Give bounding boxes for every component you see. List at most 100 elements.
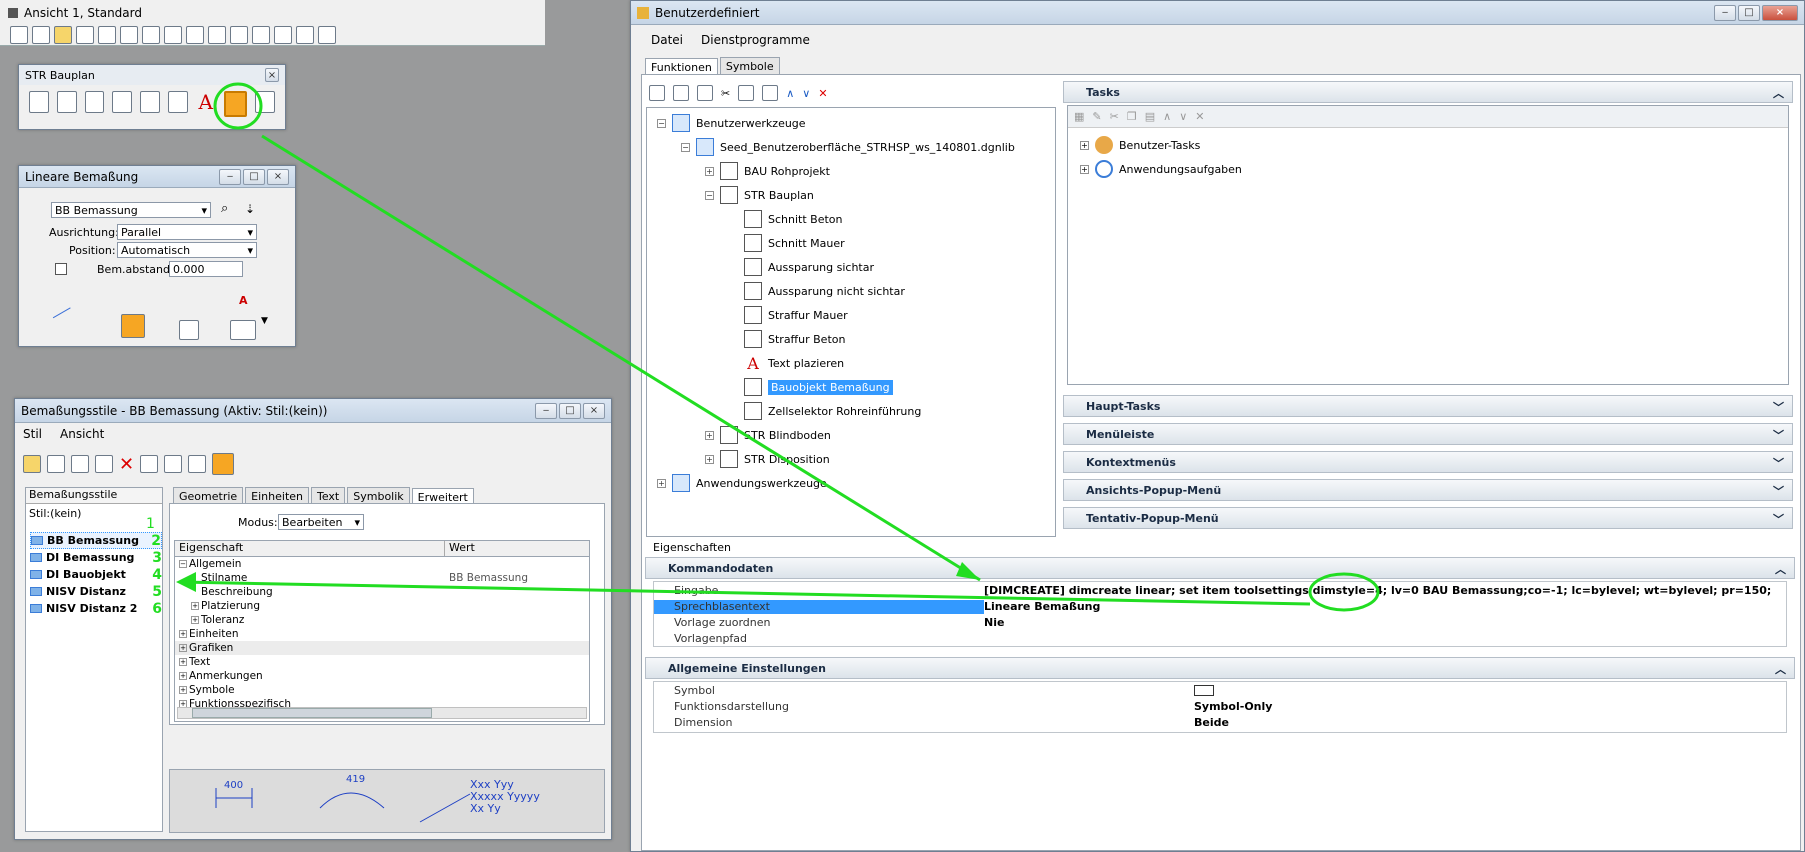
dimstyle-select[interactable]: BB Bemassung ▾ — [51, 202, 211, 218]
tree-node[interactable]: Zellselektor Rohreinführung — [729, 402, 921, 420]
property-row[interactable]: Dimension Beide — [654, 716, 1786, 730]
tree-node[interactable]: Straffur Beton — [729, 330, 845, 348]
abstand-checkbox[interactable] — [55, 263, 67, 275]
style-list-item[interactable]: NISV Distanz 26 — [30, 600, 162, 617]
export-icon[interactable] — [164, 455, 183, 473]
property-row[interactable]: Sprechblasentext Lineare Bemaßung — [654, 600, 1786, 614]
view-tool-icon[interactable] — [164, 26, 182, 44]
line-tool-icon[interactable] — [47, 297, 71, 319]
tasks-header[interactable]: Tasks ︿ — [1063, 81, 1793, 103]
property-row[interactable]: + Grafiken — [175, 641, 589, 655]
view-tool-icon[interactable] — [252, 26, 270, 44]
property-row[interactable]: Beschreibung — [175, 585, 589, 599]
view-tool-icon[interactable] — [208, 26, 226, 44]
maximize-button[interactable]: □ — [559, 402, 581, 419]
position-select[interactable]: Automatisch ▾ — [117, 242, 257, 258]
view-tool-icon[interactable] — [32, 26, 50, 44]
list-view-icon[interactable] — [23, 455, 41, 473]
close-button[interactable]: × — [1762, 4, 1798, 21]
minimize-button[interactable]: ‒ — [1714, 4, 1736, 21]
tree-node[interactable]: − Seed_Benutzeroberfläche_STRHSP_ws_14080… — [681, 138, 1015, 156]
new-icon[interactable]: ▦ — [1074, 110, 1084, 123]
view-tool-icon[interactable] — [54, 26, 72, 44]
property-row[interactable]: Eingabe [DIMCREATE] dimcreate linear; set… — [654, 584, 1786, 598]
modus-select[interactable]: Bearbeiten ▾ — [278, 514, 364, 530]
view-tool-icon[interactable] — [186, 26, 204, 44]
tree-node[interactable]: Aussparung nicht sichtar — [729, 282, 905, 300]
menu-ansicht[interactable]: Ansicht — [60, 427, 104, 441]
tree-node[interactable]: + BAU Rohprojekt — [705, 162, 830, 180]
copy-icon[interactable] — [95, 455, 113, 473]
property-row[interactable]: Vorlagenpfad — [654, 632, 1786, 646]
copy-icon[interactable] — [738, 85, 755, 101]
expand-arrow-icon[interactable]: ▼ — [261, 316, 268, 326]
maximize-button[interactable]: □ — [243, 168, 265, 185]
cut-icon[interactable]: ✂ — [721, 87, 730, 100]
property-row[interactable]: Vorlage zuordnen Nie — [654, 616, 1786, 630]
minimize-button[interactable]: ‒ — [219, 168, 241, 185]
view-tool-icon[interactable] — [296, 26, 314, 44]
tree-node[interactable]: − STR Bauplan — [705, 186, 814, 204]
view-tool-icon[interactable] — [142, 26, 160, 44]
section-header[interactable]: Menüleiste ﹀ — [1063, 423, 1793, 445]
new-style-icon[interactable] — [47, 455, 65, 473]
tree-node[interactable]: Bauobjekt Bemaßung — [729, 378, 893, 396]
close-button[interactable]: × — [583, 402, 605, 419]
move-down-icon[interactable]: ∨ — [1179, 110, 1187, 123]
view-tool-icon[interactable] — [120, 26, 138, 44]
section-header[interactable]: Tentativ-Popup-Menü ﹀ — [1063, 507, 1793, 529]
property-row[interactable]: + Toleranz — [175, 613, 589, 627]
import-icon[interactable] — [140, 455, 159, 473]
cut-icon[interactable]: ✂ — [1110, 110, 1119, 123]
close-button[interactable]: × — [267, 168, 289, 185]
aussparung-sichtbar-icon[interactable] — [84, 91, 105, 113]
dim-linear-active-icon[interactable] — [121, 314, 145, 338]
view-tool-icon[interactable] — [274, 26, 292, 44]
schnitt-beton-icon[interactable] — [29, 91, 49, 113]
property-row[interactable]: + Platzierung — [175, 599, 589, 613]
straffur-mauer-icon[interactable] — [140, 91, 161, 113]
delete-icon[interactable]: ✕ — [119, 454, 134, 475]
copy-icon[interactable]: ❐ — [1127, 110, 1137, 123]
properties-icon[interactable] — [673, 85, 689, 101]
bauobjekt-bemassung-icon[interactable] — [223, 91, 248, 117]
tree-node[interactable]: − Benutzerwerkzeuge — [657, 114, 806, 132]
property-row[interactable]: − Allgemein — [175, 557, 589, 571]
text-style-icon[interactable]: A — [239, 294, 248, 307]
tab-symbole[interactable]: Symbole — [719, 57, 780, 75]
move-up-icon[interactable]: ∧ — [786, 87, 794, 100]
section-header[interactable]: Ansichts-Popup-Menü ﹀ — [1063, 479, 1793, 501]
view-tool-icon[interactable] — [98, 26, 116, 44]
view-tool-icon[interactable] — [10, 26, 28, 44]
aussparung-nicht-sichtbar-icon[interactable] — [112, 91, 133, 113]
section-header[interactable]: Kontextmenüs ﹀ — [1063, 451, 1793, 473]
save-icon[interactable] — [71, 455, 89, 473]
ausrichtung-select[interactable]: Parallel ▾ — [117, 224, 257, 240]
task-item[interactable]: + Benutzer-Tasks — [1080, 136, 1200, 154]
style-list-item[interactable]: DI Bemassung 3 — [30, 549, 162, 566]
section-header[interactable]: Haupt-Tasks ﹀ — [1063, 395, 1793, 417]
tree-node[interactable]: Aussparung sichtar — [729, 258, 874, 276]
property-row[interactable]: + Anmerkungen — [175, 669, 589, 683]
edit-icon[interactable] — [697, 85, 713, 101]
abstand-input[interactable] — [169, 261, 243, 277]
delete-icon[interactable]: ✕ — [1195, 110, 1204, 123]
tree-node[interactable]: A Text plazieren — [729, 354, 844, 373]
property-row[interactable]: + Text — [175, 655, 589, 669]
straffur-beton-icon[interactable] — [168, 91, 188, 113]
task-item[interactable]: + Anwendungsaufgaben — [1080, 160, 1242, 178]
new-icon[interactable] — [649, 85, 665, 101]
style-list-item[interactable]: DI Bauobjekt 4 — [30, 566, 162, 583]
tree-node[interactable]: + Anwendungswerkzeuge — [657, 474, 827, 492]
delete-icon[interactable]: ✕ — [818, 87, 827, 100]
zellselektor-icon[interactable] — [255, 91, 276, 113]
allg-header[interactable]: Allgemeine Einstellungen ︿ — [645, 657, 1795, 679]
move-down-icon[interactable]: ∨ — [802, 87, 810, 100]
view-tool-icon[interactable] — [76, 26, 94, 44]
view-tool-icon[interactable] — [230, 26, 248, 44]
tree-node[interactable]: + STR Disposition — [705, 450, 830, 468]
minimize-button[interactable]: ‒ — [535, 402, 557, 419]
match-icon[interactable]: ⇣ — [245, 202, 255, 216]
kommando-header[interactable]: Kommandodaten ︿ — [645, 557, 1795, 579]
paste-icon[interactable] — [762, 85, 779, 101]
